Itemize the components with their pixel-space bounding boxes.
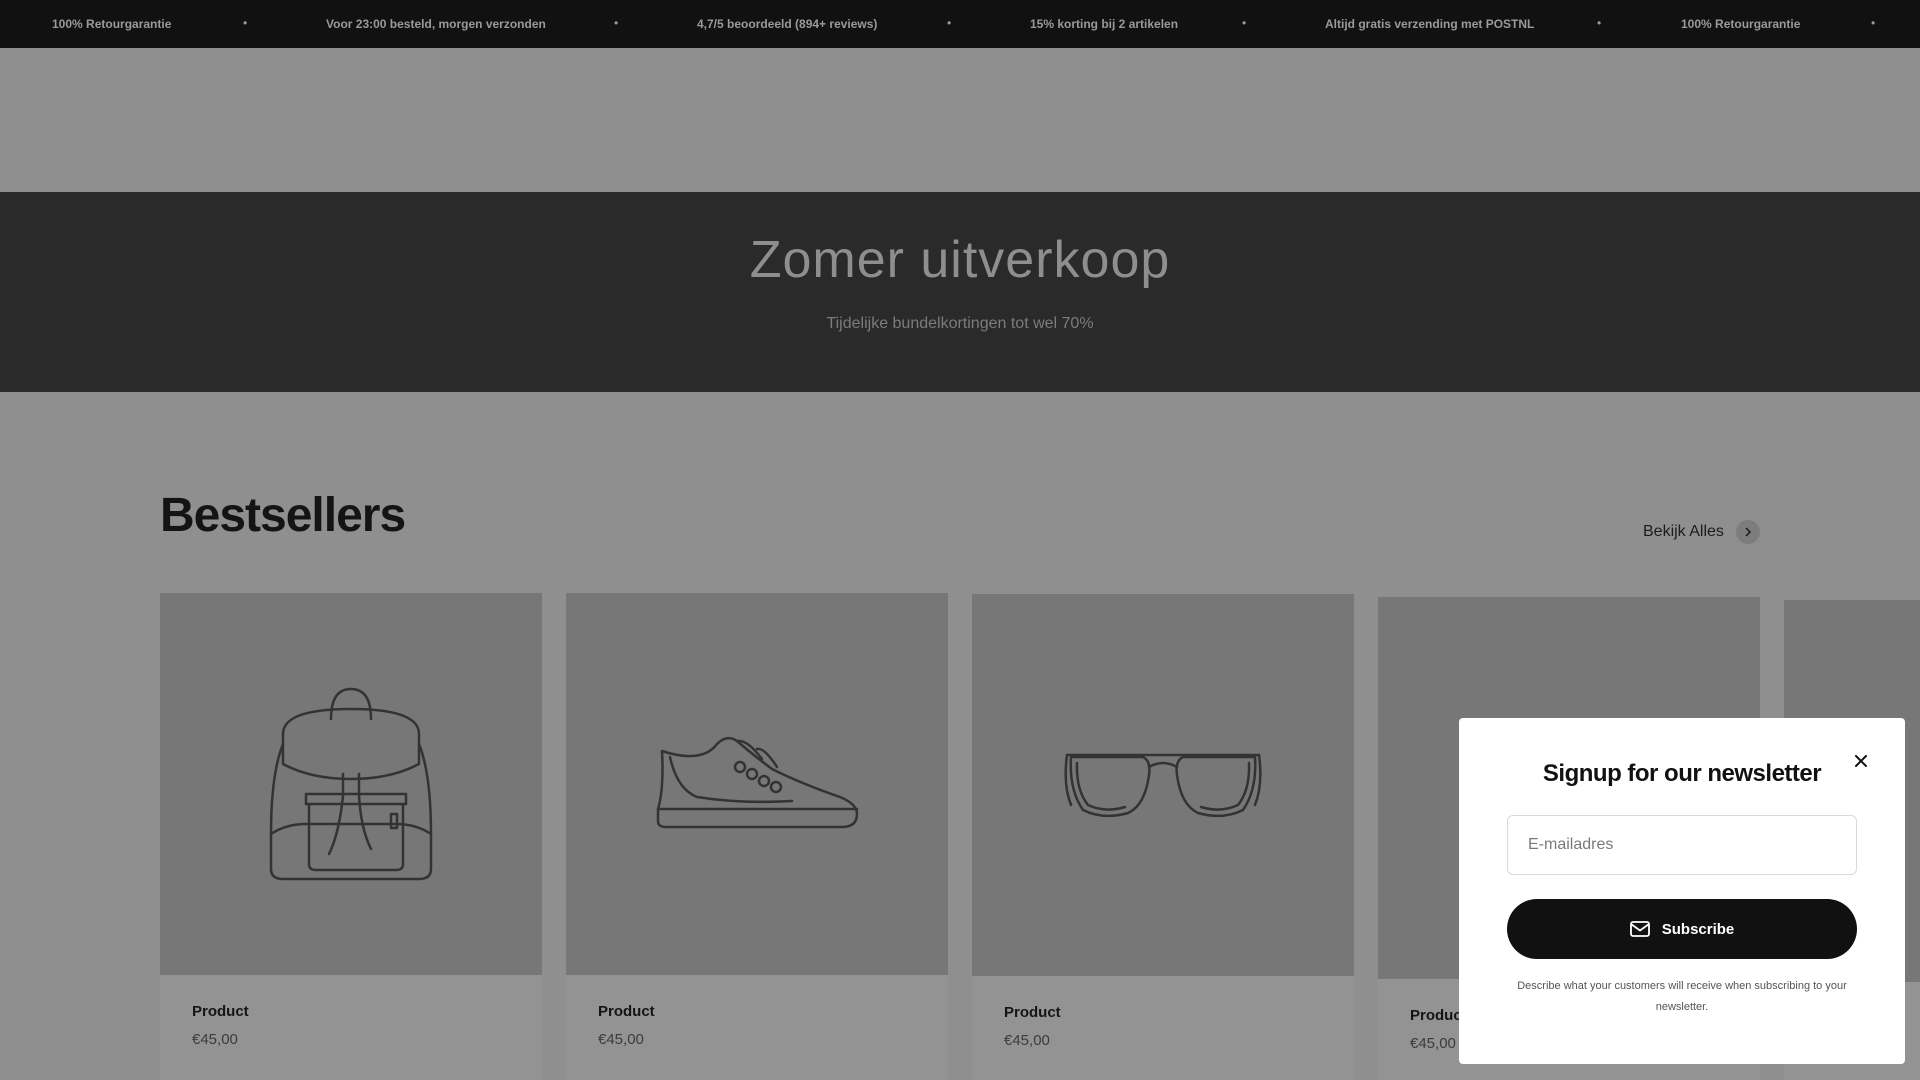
sneaker-icon (656, 736, 859, 829)
newsletter-title: Signup for our newsletter (1542, 760, 1822, 787)
announcement-separator: • (614, 16, 619, 30)
announcement-item: 100% Retourgarantie (52, 17, 172, 31)
product-image[interactable] (160, 593, 542, 975)
product-price: €45,00 (192, 1031, 238, 1048)
hero-title: Zomer uitverkoop (749, 231, 1171, 289)
chevron-right-icon[interactable] (1735, 520, 1760, 544)
announcement-separator: • (947, 16, 952, 30)
backpack-icon (269, 687, 433, 881)
announcement-item: 15% korting bij 2 artikelen (1030, 17, 1179, 31)
product-card[interactable]: Product €45,00 (566, 593, 948, 1080)
newsletter-popup: Signup for our newsletter Subscribe Desc… (1459, 718, 1905, 1064)
product-price: €45,00 (598, 1031, 644, 1048)
product-name[interactable]: Product (598, 1003, 655, 1020)
product-image[interactable] (566, 593, 948, 975)
product-card[interactable]: Product €45,00 (160, 593, 542, 1080)
newsletter-description: Describe what your customers will receiv… (1517, 980, 1847, 1013)
product-image[interactable] (972, 594, 1354, 976)
product-price: €45,00 (1004, 1032, 1050, 1049)
announcement-separator: • (1871, 16, 1876, 30)
section-title: Bestsellers (160, 489, 406, 542)
announcement-item: Altijd gratis verzending met POSTNL (1325, 17, 1535, 31)
hero-subtitle: Tijdelijke bundelkortingen tot wel 70% (826, 315, 1094, 332)
announcement-bar: 100% Retourgarantie • Voor 23:00 besteld… (0, 0, 1920, 48)
site-header (0, 48, 1920, 192)
product-name[interactable]: Product (1004, 1004, 1061, 1021)
view-all-label: Bekijk Alles (1643, 523, 1724, 540)
announcement-item: 4,7/5 beoordeeld (894+ reviews) (697, 17, 878, 31)
sunglasses-icon (1064, 753, 1262, 818)
announcement-separator: • (1242, 16, 1247, 30)
announcement-item: 100% Retourgarantie (1681, 17, 1801, 31)
email-field[interactable] (1507, 815, 1857, 875)
subscribe-label: Subscribe (1661, 920, 1735, 938)
product-price: €45,00 (1410, 1035, 1456, 1052)
hero-banner: Zomer uitverkoop Tijdelijke bundelkortin… (0, 192, 1920, 392)
announcement-separator: • (1597, 16, 1602, 30)
view-all-link[interactable]: Bekijk Alles (1643, 520, 1760, 544)
announcement-item: Voor 23:00 besteld, morgen verzonden (326, 17, 546, 31)
product-name[interactable]: Product (192, 1003, 249, 1020)
subscribe-button[interactable]: Subscribe (1507, 899, 1857, 959)
announcement-separator: • (243, 16, 248, 30)
product-card[interactable]: Product €45,00 (972, 594, 1354, 1080)
mail-icon (1629, 921, 1650, 937)
